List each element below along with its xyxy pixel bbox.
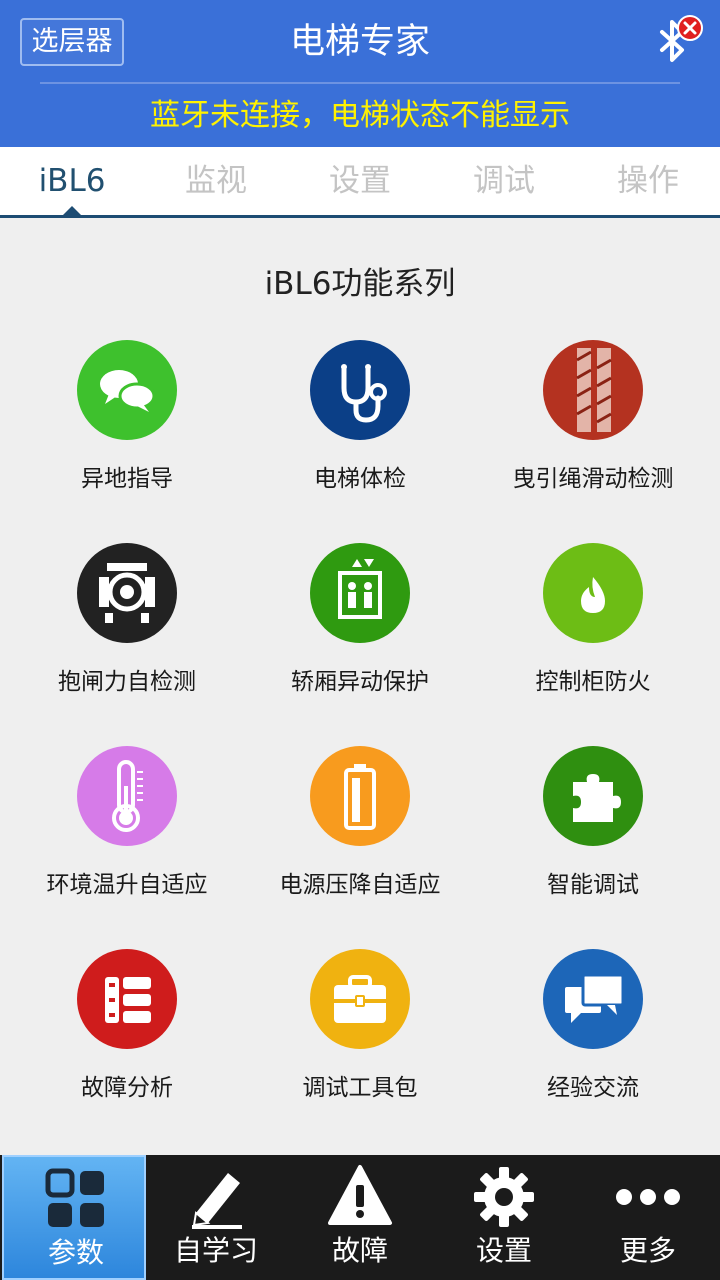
nav-label: 参数 [47,1236,104,1269]
tab-bar: iBL6 监视 设置 调试 操作 [0,147,720,218]
feature-label: 控制柜防火 [535,669,651,695]
header-divider [40,82,680,84]
nav-self-learning[interactable]: 自学习 [144,1155,288,1280]
feature-label: 异地指导 [81,466,173,492]
section-title: iBL6功能系列 [264,266,456,302]
warning-icon [326,1163,394,1231]
feature-experience-exchange[interactable]: 经验交流 [476,949,710,1139]
app-title: 电梯专家 [289,22,430,62]
nav-label: 故障 [331,1234,388,1267]
nav-label: 更多 [619,1234,676,1267]
tab-settings[interactable]: 设置 [288,147,432,215]
flame-icon [543,543,643,643]
feature-label: 电源压降自适应 [279,872,441,898]
puzzle-icon [543,746,643,846]
feature-smart-debug[interactable]: 智能调试 [476,746,710,936]
message-icon [543,949,643,1049]
feature-label: 经验交流 [547,1075,639,1101]
chat-bubbles-icon [77,340,177,440]
more-icon [614,1163,682,1231]
nav-settings[interactable]: 设置 [432,1155,576,1280]
tab-operation[interactable]: 操作 [576,147,720,215]
feature-label: 智能调试 [547,872,639,898]
feature-cabinet-fire-protection[interactable]: 控制柜防火 [476,543,710,733]
feature-ambient-temp-adaptive[interactable]: 环境温升自适应 [10,746,244,936]
active-tab-indicator [62,206,82,216]
elevator-car-icon [310,543,410,643]
feature-label: 抱闸力自检测 [58,669,196,695]
battery-icon [310,746,410,846]
tab-monitor[interactable]: 监视 [144,147,288,215]
app-header: 选层器 电梯专家 蓝牙未连接，电梯状态不能显示 [0,0,720,147]
gear-icon [470,1163,538,1231]
thermometer-icon [77,746,177,846]
feature-car-movement-protection[interactable]: 轿厢异动保护 [243,543,477,733]
feature-label: 电梯体检 [314,466,406,492]
nav-parameters[interactable]: 参数 [2,1155,146,1280]
feature-label: 故障分析 [81,1075,173,1101]
toolbox-icon [310,949,410,1049]
feature-label: 曳引绳滑动检测 [512,466,674,492]
pencil-icon [182,1163,250,1231]
nav-label: 自学习 [173,1234,258,1267]
nav-label: 设置 [475,1234,532,1267]
bottom-nav: 参数 自学习 故障 设置 更多 [0,1155,720,1280]
tab-debug[interactable]: 调试 [432,147,576,215]
list-icon [77,949,177,1049]
brake-icon [77,543,177,643]
feature-fault-analysis[interactable]: 故障分析 [10,949,244,1139]
rope-icon [543,340,643,440]
nav-faults[interactable]: 故障 [288,1155,432,1280]
grid-icon [42,1165,110,1233]
feature-label: 调试工具包 [302,1075,418,1101]
bluetooth-status-text: 蓝牙未连接，电梯状态不能显示 [150,98,570,133]
stethoscope-icon [310,340,410,440]
tab-ibl6[interactable]: iBL6 [0,147,144,215]
feature-elevator-checkup[interactable]: 电梯体检 [243,340,477,530]
bluetooth-disconnected-icon[interactable] [652,14,708,70]
feature-rope-slip-detection[interactable]: 曳引绳滑动检测 [476,340,710,530]
feature-label: 环境温升自适应 [46,872,208,898]
feature-debug-toolkit[interactable]: 调试工具包 [243,949,477,1139]
feature-label: 轿厢异动保护 [291,669,429,695]
feature-brake-force-selftest[interactable]: 抱闸力自检测 [10,543,244,733]
feature-voltage-drop-adaptive[interactable]: 电源压降自适应 [243,746,477,936]
feature-remote-guidance[interactable]: 异地指导 [10,340,244,530]
nav-more[interactable]: 更多 [576,1155,720,1280]
